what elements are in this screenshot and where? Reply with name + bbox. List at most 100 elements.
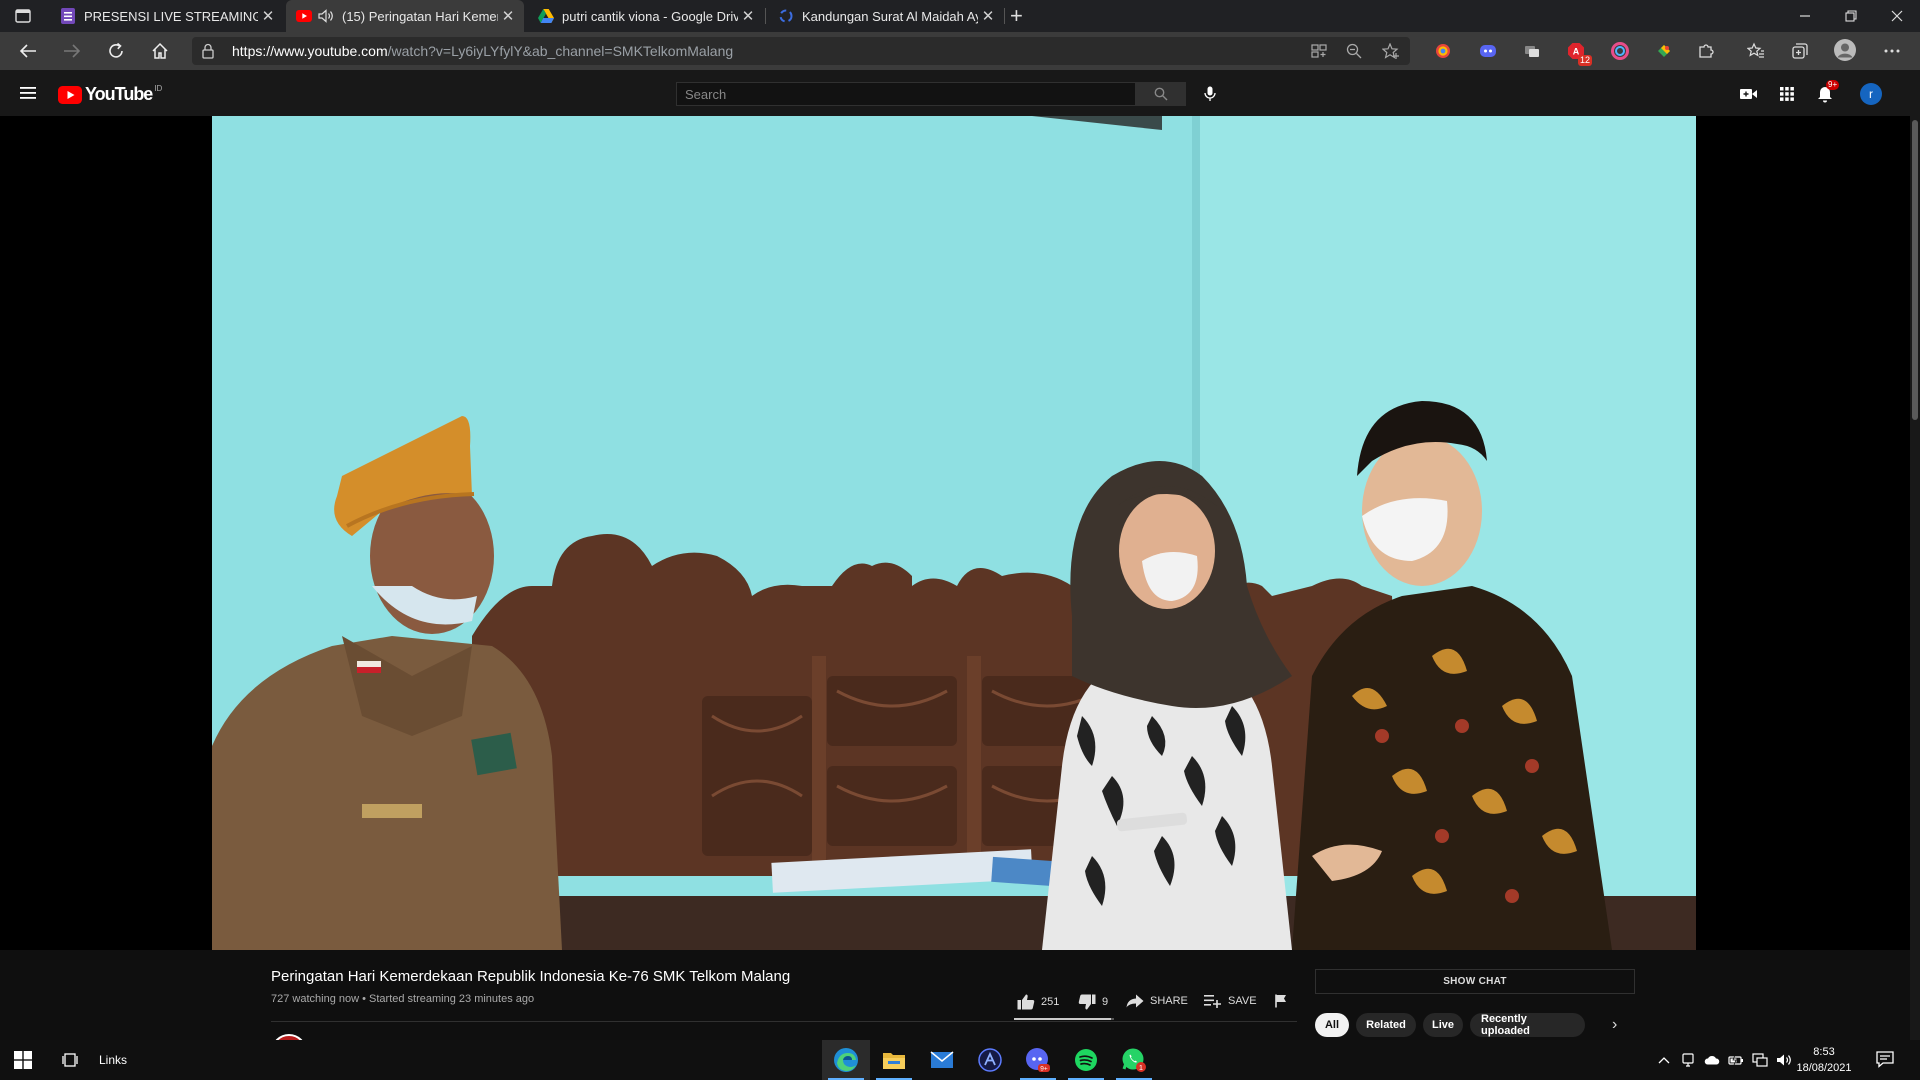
back-button[interactable] xyxy=(14,38,42,64)
youtube-logo[interactable]: YouTube ID xyxy=(58,84,162,105)
tab-close-icon[interactable]: ✕ xyxy=(978,7,998,25)
address-bar[interactable]: https://www.youtube.com/watch?v=Ly6iyLYf… xyxy=(192,37,1410,65)
creative-app-taskbar-icon[interactable] xyxy=(966,1040,1014,1080)
create-video-icon[interactable] xyxy=(1738,84,1760,104)
tab-actions-menu-icon[interactable] xyxy=(10,6,36,26)
youtube-header: YouTube ID 9+ r xyxy=(0,70,1920,116)
extension-colorful-icon[interactable] xyxy=(1433,41,1453,61)
spotify-taskbar-icon[interactable] xyxy=(1062,1040,1110,1080)
chip-all[interactable]: All xyxy=(1315,1013,1349,1037)
refresh-button[interactable] xyxy=(102,38,130,64)
video-player[interactable] xyxy=(0,116,1910,950)
youtube-icon xyxy=(296,8,312,24)
account-avatar[interactable]: r xyxy=(1860,83,1882,105)
hamburger-menu-icon[interactable] xyxy=(20,86,36,100)
show-hidden-icons-chevron-icon[interactable] xyxy=(1656,1052,1672,1068)
browser-toolbar: https://www.youtube.com/watch?v=Ly6iyLYf… xyxy=(0,32,1920,70)
speaker-icon[interactable] xyxy=(318,8,334,24)
new-tab-button[interactable]: + xyxy=(1010,4,1023,28)
save-button[interactable]: SAVE xyxy=(1204,994,1257,1008)
profile-avatar-icon[interactable] xyxy=(1834,39,1856,61)
extension-puzzle-color-icon[interactable] xyxy=(1654,41,1674,61)
adblock-extension-icon[interactable]: A 12 xyxy=(1566,41,1592,66)
battery-icon[interactable] xyxy=(1728,1052,1744,1068)
color-picker-extension-icon[interactable] xyxy=(1610,41,1630,61)
file-explorer-taskbar-icon[interactable] xyxy=(870,1040,918,1080)
like-count: 251 xyxy=(1041,996,1060,1008)
chevron-right-icon[interactable]: › xyxy=(1612,1016,1617,1034)
page-scrollbar[interactable] xyxy=(1910,116,1920,1040)
share-button[interactable]: SHARE xyxy=(1126,994,1188,1008)
lock-icon[interactable] xyxy=(202,43,214,59)
minimize-button[interactable] xyxy=(1782,0,1828,32)
tab-google-drive[interactable]: putri cantik viona - Google Drive ✕ xyxy=(526,0,764,32)
onedrive-cloud-icon[interactable] xyxy=(1704,1052,1720,1068)
tab-close-icon[interactable]: ✕ xyxy=(258,7,278,25)
extension-cards-icon[interactable] xyxy=(1522,41,1542,61)
extension-badge: 12 xyxy=(1577,55,1592,66)
video-title: Peringatan Hari Kemerdekaan Republik Ind… xyxy=(271,968,791,985)
device-tray-icon[interactable] xyxy=(1680,1052,1696,1068)
windows-start-icon[interactable] xyxy=(14,1051,32,1069)
voice-search-button[interactable] xyxy=(1198,82,1222,106)
report-button[interactable] xyxy=(1275,994,1293,1008)
tab-close-icon[interactable]: ✕ xyxy=(738,7,758,25)
microphone-icon xyxy=(1204,86,1216,101)
search-input[interactable] xyxy=(677,83,1133,105)
discord-taskbar-icon[interactable]: 9+ xyxy=(1014,1040,1062,1080)
windows-taskbar: Links 9+ 1 8:53 18/08/2021 xyxy=(0,1040,1920,1080)
tab-presensi[interactable]: PRESENSI LIVE STREAMING HUT ✕ xyxy=(48,0,284,32)
clock-date: 18/08/2021 xyxy=(1796,1062,1852,1074)
tab-kandungan-surat[interactable]: Kandungan Surat Al Maidah Aya ✕ xyxy=(766,0,1004,32)
chip-recently-uploaded[interactable]: Recently uploaded xyxy=(1470,1013,1585,1037)
zoom-out-icon[interactable] xyxy=(1346,43,1364,59)
home-button[interactable] xyxy=(146,38,174,64)
discord-extension-icon[interactable] xyxy=(1478,41,1498,61)
add-favorite-icon[interactable] xyxy=(1382,43,1400,59)
like-ratio-fill xyxy=(1014,1018,1111,1020)
network-icon[interactable] xyxy=(1752,1052,1768,1068)
search-icon xyxy=(1154,87,1168,101)
thumbs-down-icon xyxy=(1078,994,1096,1010)
chip-related[interactable]: Related xyxy=(1356,1013,1416,1037)
system-clock[interactable]: 8:53 18/08/2021 xyxy=(1788,1044,1860,1076)
url-host: https://www.youtube.com xyxy=(232,43,388,59)
loading-icon xyxy=(778,8,794,24)
region-code: ID xyxy=(154,84,163,93)
whatsapp-taskbar-icon[interactable]: 1 xyxy=(1110,1040,1158,1080)
section-divider xyxy=(271,1021,1297,1022)
save-label: SAVE xyxy=(1228,995,1257,1007)
url-text[interactable]: https://www.youtube.com/watch?v=Ly6iyLYf… xyxy=(232,43,733,59)
show-chat-button[interactable]: SHOW CHAT xyxy=(1315,969,1635,994)
task-view-icon[interactable] xyxy=(62,1051,80,1069)
mail-taskbar-icon[interactable] xyxy=(918,1040,966,1080)
video-frame[interactable] xyxy=(212,116,1696,950)
video-info-section: Peringatan Hari Kemerdekaan Republik Ind… xyxy=(0,950,1910,1070)
playlist-add-icon xyxy=(1204,995,1221,1008)
app-available-icon[interactable] xyxy=(1310,43,1328,59)
notifications-bell-icon[interactable]: 9+ xyxy=(1814,80,1840,104)
search-button[interactable] xyxy=(1136,82,1186,106)
links-toolbar[interactable]: Links xyxy=(99,1053,127,1067)
settings-more-icon[interactable] xyxy=(1882,41,1902,61)
action-center-icon[interactable] xyxy=(1876,1050,1894,1068)
clock-time: 8:53 xyxy=(1813,1046,1835,1058)
close-window-button[interactable] xyxy=(1874,0,1920,32)
chip-live[interactable]: Live xyxy=(1423,1013,1463,1037)
tab-close-icon[interactable]: ✕ xyxy=(498,7,518,25)
tab-youtube-video[interactable]: (15) Peringatan Hari Kemerd ✕ xyxy=(286,0,524,32)
forward-button[interactable] xyxy=(58,38,86,64)
tab-title: PRESENSI LIVE STREAMING HUT xyxy=(84,8,258,24)
restore-button[interactable] xyxy=(1828,0,1874,32)
browser-tab-strip: PRESENSI LIVE STREAMING HUT ✕ (15) Perin… xyxy=(0,0,1920,32)
extensions-icon[interactable] xyxy=(1696,41,1716,61)
apps-grid-icon[interactable] xyxy=(1776,84,1798,104)
collections-icon[interactable] xyxy=(1790,41,1810,61)
dislike-button[interactable]: 9 xyxy=(1078,994,1108,1010)
google-forms-icon xyxy=(60,8,76,24)
scrollbar-thumb[interactable] xyxy=(1912,120,1918,420)
like-ratio-bar xyxy=(1014,1018,1114,1020)
favorites-icon[interactable] xyxy=(1746,41,1766,61)
like-button[interactable]: 251 xyxy=(1017,994,1059,1010)
edge-taskbar-icon[interactable] xyxy=(822,1040,870,1080)
